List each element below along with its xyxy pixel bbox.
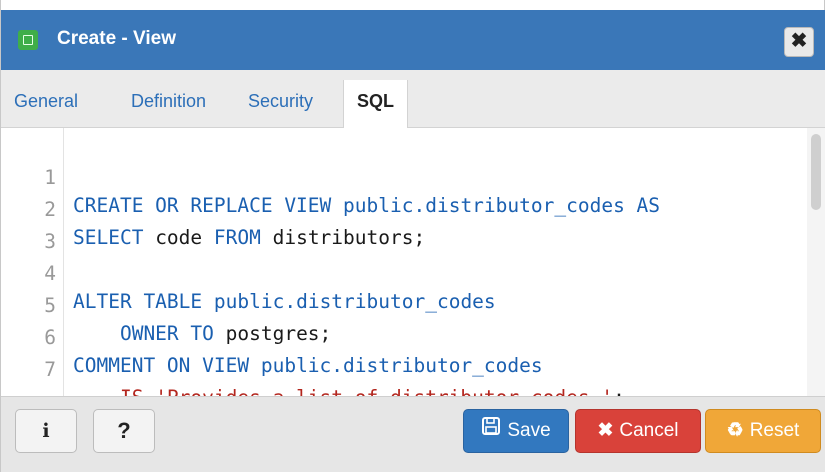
sql-keyword: FROM xyxy=(213,226,273,249)
floppy-disk-icon xyxy=(481,410,501,452)
save-label: Save xyxy=(507,420,551,441)
schema-name: public xyxy=(260,354,332,377)
code-text: ALTER TABLE public.distributor_codes xyxy=(73,288,496,316)
dialog-footer: i ? Save ✖ Cancel ♻ Reset xyxy=(1,396,825,472)
code-text: IS 'Provides a list of distributor codes… xyxy=(73,384,625,396)
table-name: distributors; xyxy=(272,226,426,249)
sql-keyword: CREATE OR REPLACE VIEW xyxy=(73,194,344,217)
tab-bar: General Definition Security SQL xyxy=(1,70,825,128)
sql-keyword: AS xyxy=(636,194,661,217)
cancel-button[interactable]: ✖ Cancel xyxy=(575,409,701,453)
view-name: .distributor_codes xyxy=(284,290,496,313)
reset-button[interactable]: ♻ Reset xyxy=(705,409,821,453)
code-line: 2 SELECT code FROM distributors; xyxy=(1,168,425,249)
view-name: .distributor_codes xyxy=(413,194,637,217)
sql-code-editor[interactable]: 1 CREATE OR REPLACE VIEW public.distribu… xyxy=(1,128,825,396)
sql-keyword: IS xyxy=(73,386,155,396)
recycle-icon: ♻ xyxy=(726,420,744,441)
code-text: COMMENT ON VIEW public.distributor_codes xyxy=(73,352,543,380)
reset-label: Reset xyxy=(749,420,800,441)
sql-keyword: OWNER TO xyxy=(73,322,226,345)
code-line: 4 ALTER TABLE public.distributor_codes xyxy=(1,232,495,313)
code-line: 1 CREATE OR REPLACE VIEW public.distribu… xyxy=(1,136,660,217)
create-view-dialog: Create - View ✖ General Definition Secur… xyxy=(0,0,825,472)
owner-name: postgres; xyxy=(225,322,332,345)
tab-definition[interactable]: Definition xyxy=(131,90,206,126)
code-text: SELECT code FROM distributors; xyxy=(73,224,425,252)
column-name: code xyxy=(155,226,214,249)
help-icon: ? xyxy=(117,418,131,443)
code-line: 5 OWNER TO postgres; xyxy=(1,264,331,345)
string-literal: 'Provides a list of distributor codes.' xyxy=(155,386,613,396)
tab-sql[interactable]: SQL xyxy=(343,80,409,128)
sql-keyword: ALTER TABLE xyxy=(73,290,214,313)
code-line: 3 xyxy=(1,200,71,253)
code-text: OWNER TO postgres; xyxy=(73,320,331,348)
save-button[interactable]: Save xyxy=(463,409,569,453)
schema-name: public xyxy=(343,194,414,217)
sql-keyword: COMMENT ON VIEW xyxy=(73,354,261,377)
view-name: .distributor_codes xyxy=(331,354,543,377)
statement-terminator: ; xyxy=(613,386,625,396)
view-icon xyxy=(18,30,38,50)
code-line: 7 IS 'Provides a list of distributor cod… xyxy=(1,328,625,396)
tab-general[interactable]: General xyxy=(14,90,78,126)
info-button[interactable]: i xyxy=(15,409,77,453)
scrollbar-thumb[interactable] xyxy=(811,134,821,210)
line-number: 7 xyxy=(44,358,56,381)
code-line: 6 COMMENT ON VIEW public.distributor_cod… xyxy=(1,296,542,377)
close-button[interactable]: ✖ xyxy=(784,27,814,57)
cancel-label: Cancel xyxy=(619,420,679,441)
schema-name: public xyxy=(213,290,285,313)
x-icon: ✖ xyxy=(597,420,614,441)
info-icon: i xyxy=(42,420,50,442)
dialog-titlebar: Create - View ✖ xyxy=(1,10,825,70)
sql-keyword: SELECT xyxy=(73,226,156,249)
help-button[interactable]: ? xyxy=(93,409,155,453)
code-text: CREATE OR REPLACE VIEW public.distributo… xyxy=(73,192,660,220)
dialog-title: Create - View xyxy=(57,28,176,49)
tab-security[interactable]: Security xyxy=(248,90,313,126)
